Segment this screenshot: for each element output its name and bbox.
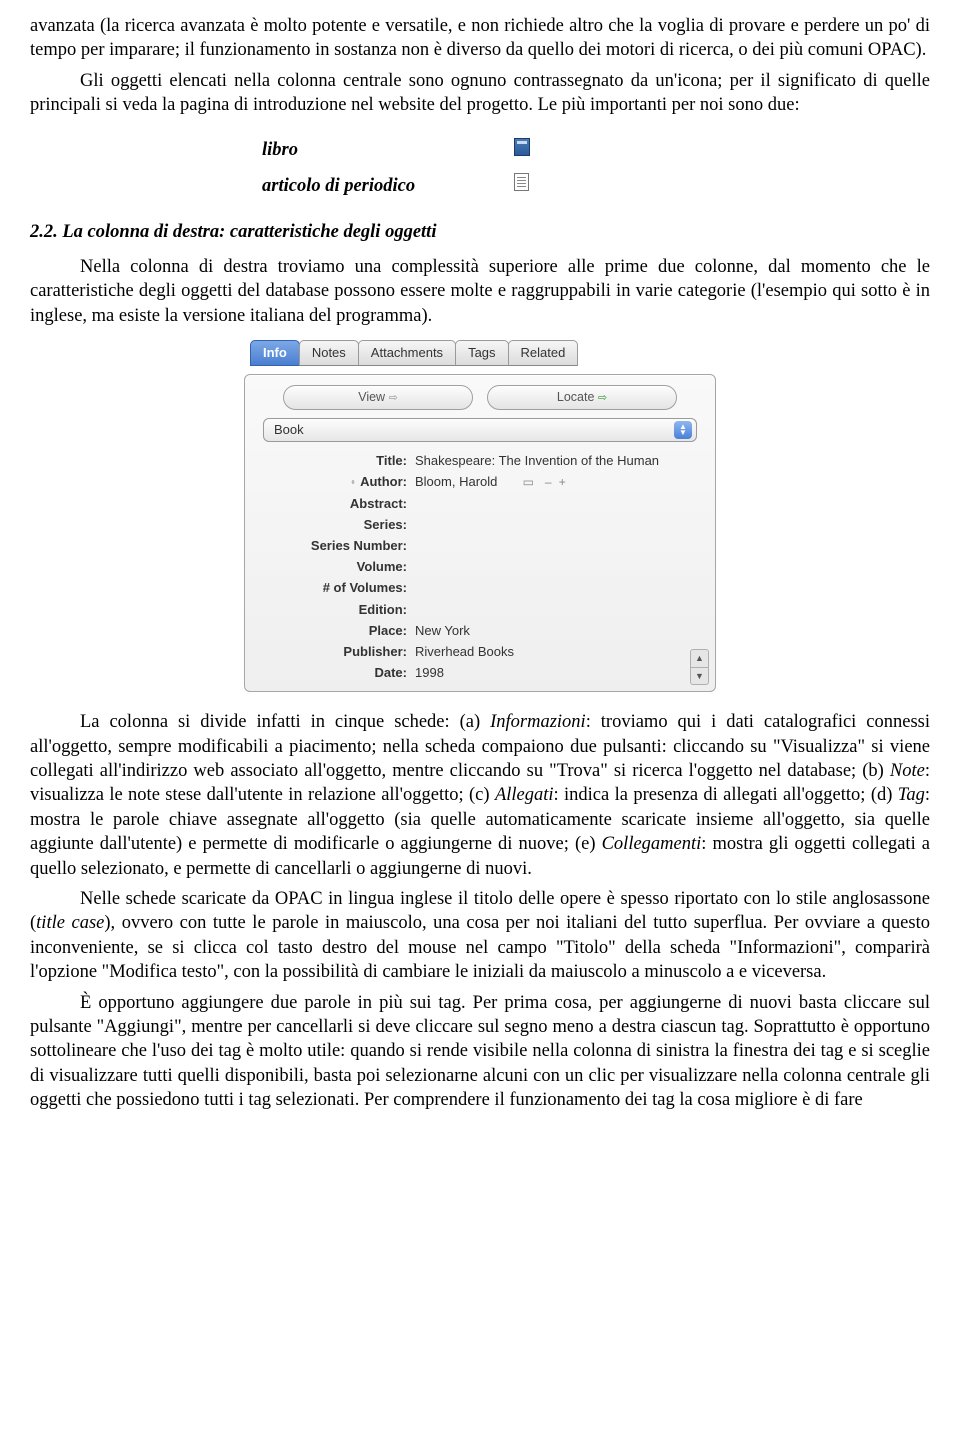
- legend-label-book: libro: [262, 134, 512, 167]
- drag-handle-icon[interactable]: [350, 477, 356, 487]
- paragraph-5: Nelle schede scaricate da OPAC in lingua…: [30, 887, 930, 985]
- field-row-volume: Volume:: [253, 556, 707, 577]
- author-remove-icon[interactable]: –: [545, 475, 552, 489]
- icon-legend: libro articolo di periodico: [260, 132, 532, 205]
- field-row-place: Place:New York: [253, 620, 707, 641]
- paragraph-4: La colonna si divide infatti in cinque s…: [30, 710, 930, 881]
- tab-info[interactable]: Info: [250, 340, 300, 366]
- field-row-numvolumes: # of Volumes:: [253, 577, 707, 598]
- field-value-title[interactable]: Shakespeare: The Invention of the Human: [411, 450, 707, 471]
- field-value-author[interactable]: Bloom, Harold: [415, 474, 497, 489]
- field-row-publisher: Publisher:Riverhead Books: [253, 641, 707, 662]
- scroll-down-icon[interactable]: ▼: [691, 668, 708, 685]
- field-row-edition: Edition:: [253, 599, 707, 620]
- field-row-abstract: Abstract:: [253, 493, 707, 514]
- panel-body: View ⇨ Locate ⇨ Book ▲▼ Title:Shakespear…: [244, 374, 716, 692]
- legend-row-article: articolo di periodico: [262, 169, 530, 202]
- paragraph-6: È opportuno aggiungere due parole in più…: [30, 991, 930, 1113]
- item-type-value: Book: [274, 421, 304, 438]
- section-heading-22: 2.2. La colonna di destra: caratteristic…: [30, 220, 930, 244]
- scrollbar[interactable]: ▲ ▼: [690, 649, 709, 685]
- fields-table: Title:Shakespeare: The Invention of the …: [253, 450, 707, 683]
- field-value-volume[interactable]: [411, 556, 707, 577]
- field-value-date[interactable]: 1998: [415, 665, 444, 680]
- locate-button[interactable]: Locate ⇨: [487, 385, 677, 410]
- tab-bar: Info Notes Attachments Tags Related: [244, 340, 716, 366]
- author-swap-icon[interactable]: ▭: [523, 475, 534, 489]
- tab-notes[interactable]: Notes: [299, 340, 359, 366]
- document-icon: [514, 173, 529, 191]
- author-add-icon[interactable]: +: [559, 475, 566, 489]
- arrow-right-icon: ⇨: [389, 392, 398, 404]
- arrow-right-green-icon: ⇨: [598, 392, 607, 404]
- tab-related[interactable]: Related: [508, 340, 579, 366]
- field-value-edition[interactable]: [411, 599, 707, 620]
- tab-tags[interactable]: Tags: [455, 340, 508, 366]
- field-row-series: Series:: [253, 514, 707, 535]
- field-row-author: Author:Bloom, Harold ▭ – +: [253, 471, 707, 493]
- paragraph-2: Gli oggetti elencati nella colonna centr…: [30, 69, 930, 118]
- field-row-title: Title:Shakespeare: The Invention of the …: [253, 450, 707, 471]
- item-type-select[interactable]: Book ▲▼: [263, 418, 697, 442]
- legend-row-book: libro: [262, 134, 530, 167]
- field-row-seriesnum: Series Number:: [253, 535, 707, 556]
- field-value-seriesnum[interactable]: [411, 535, 707, 556]
- field-value-abstract[interactable]: [411, 493, 707, 514]
- field-value-numvolumes[interactable]: [411, 577, 707, 598]
- field-value-place[interactable]: New York: [411, 620, 707, 641]
- paragraph-1: avanzata (la ricerca avanzata è molto po…: [30, 14, 930, 63]
- field-value-publisher[interactable]: Riverhead Books: [411, 641, 707, 662]
- zotero-info-panel: Info Notes Attachments Tags Related View…: [244, 340, 716, 692]
- field-value-series[interactable]: [411, 514, 707, 535]
- select-stepper-icon: ▲▼: [674, 421, 692, 439]
- view-button[interactable]: View ⇨: [283, 385, 473, 410]
- book-icon: [514, 138, 530, 156]
- scroll-up-icon[interactable]: ▲: [691, 650, 708, 668]
- legend-label-article: articolo di periodico: [262, 169, 512, 202]
- field-row-date: Date:1998y: [253, 662, 707, 683]
- paragraph-3: Nella colonna di destra troviamo una com…: [30, 255, 930, 328]
- tab-attachments[interactable]: Attachments: [358, 340, 456, 366]
